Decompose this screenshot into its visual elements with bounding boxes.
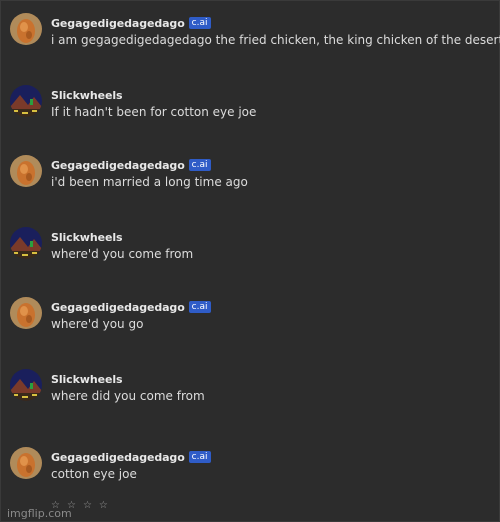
message-text: If it hadn't been for cotton eye joe [51, 105, 257, 119]
bot-badge: c.ai [188, 451, 211, 463]
message-4: Gegagedigedagedago c.ai where'd you go [1, 297, 500, 357]
message-text: where'd you come from [51, 247, 194, 261]
author-name[interactable]: Gegagedigedagedago [51, 451, 185, 464]
star-icon[interactable]: ☆ [99, 501, 108, 511]
star-icon[interactable]: ☆ [83, 501, 92, 511]
author-name[interactable]: Slickwheels [51, 89, 123, 102]
fried-chicken-avatar-icon[interactable] [10, 13, 42, 45]
bot-badge: c.ai [188, 159, 211, 171]
author-name[interactable]: Gegagedigedagedago [51, 159, 185, 172]
message-text: i am gegagedigedagedago the fried chicke… [51, 33, 500, 47]
message-3: Slickwheels where'd you come from [1, 227, 500, 287]
message-0: Gegagedigedagedago c.ai i am gegagediged… [1, 13, 500, 73]
message-2: Gegagedigedagedago c.ai i'd been married… [1, 155, 500, 215]
fried-chicken-avatar-icon[interactable] [10, 447, 42, 479]
author-name[interactable]: Gegagedigedagedago [51, 17, 185, 30]
author-name[interactable]: Gegagedigedagedago [51, 301, 185, 314]
watermark: imgflip.com [7, 507, 72, 520]
author-name[interactable]: Slickwheels [51, 231, 123, 244]
message-header: Slickwheels [51, 229, 123, 245]
message-text: cotton eye joe [51, 467, 137, 481]
message-text: where'd you go [51, 317, 144, 331]
pixel-landscape-avatar-icon[interactable] [10, 227, 42, 259]
message-header: Gegagedigedagedago c.ai [51, 157, 211, 173]
message-1: Slickwheels If it hadn't been for cotton… [1, 85, 500, 145]
message-5: Slickwheels where did you come from [1, 369, 500, 429]
message-header: Slickwheels [51, 371, 123, 387]
fried-chicken-avatar-icon[interactable] [10, 297, 42, 329]
pixel-landscape-avatar-icon[interactable] [10, 85, 42, 117]
bot-badge: c.ai [188, 17, 211, 29]
message-header: Gegagedigedagedago c.ai [51, 299, 211, 315]
chat-log: Gegagedigedagedago c.ai i am gegagediged… [0, 0, 500, 522]
message-header: Slickwheels [51, 87, 123, 103]
message-text: where did you come from [51, 389, 205, 403]
fried-chicken-avatar-icon[interactable] [10, 155, 42, 187]
bot-badge: c.ai [188, 301, 211, 313]
message-text: i'd been married a long time ago [51, 175, 248, 189]
message-header: Gegagedigedagedago c.ai [51, 15, 211, 31]
message-header: Gegagedigedagedago c.ai [51, 449, 211, 465]
pixel-landscape-avatar-icon[interactable] [10, 369, 42, 401]
author-name[interactable]: Slickwheels [51, 373, 123, 386]
message-6: Gegagedigedagedago c.ai cotton eye joe [1, 447, 500, 507]
